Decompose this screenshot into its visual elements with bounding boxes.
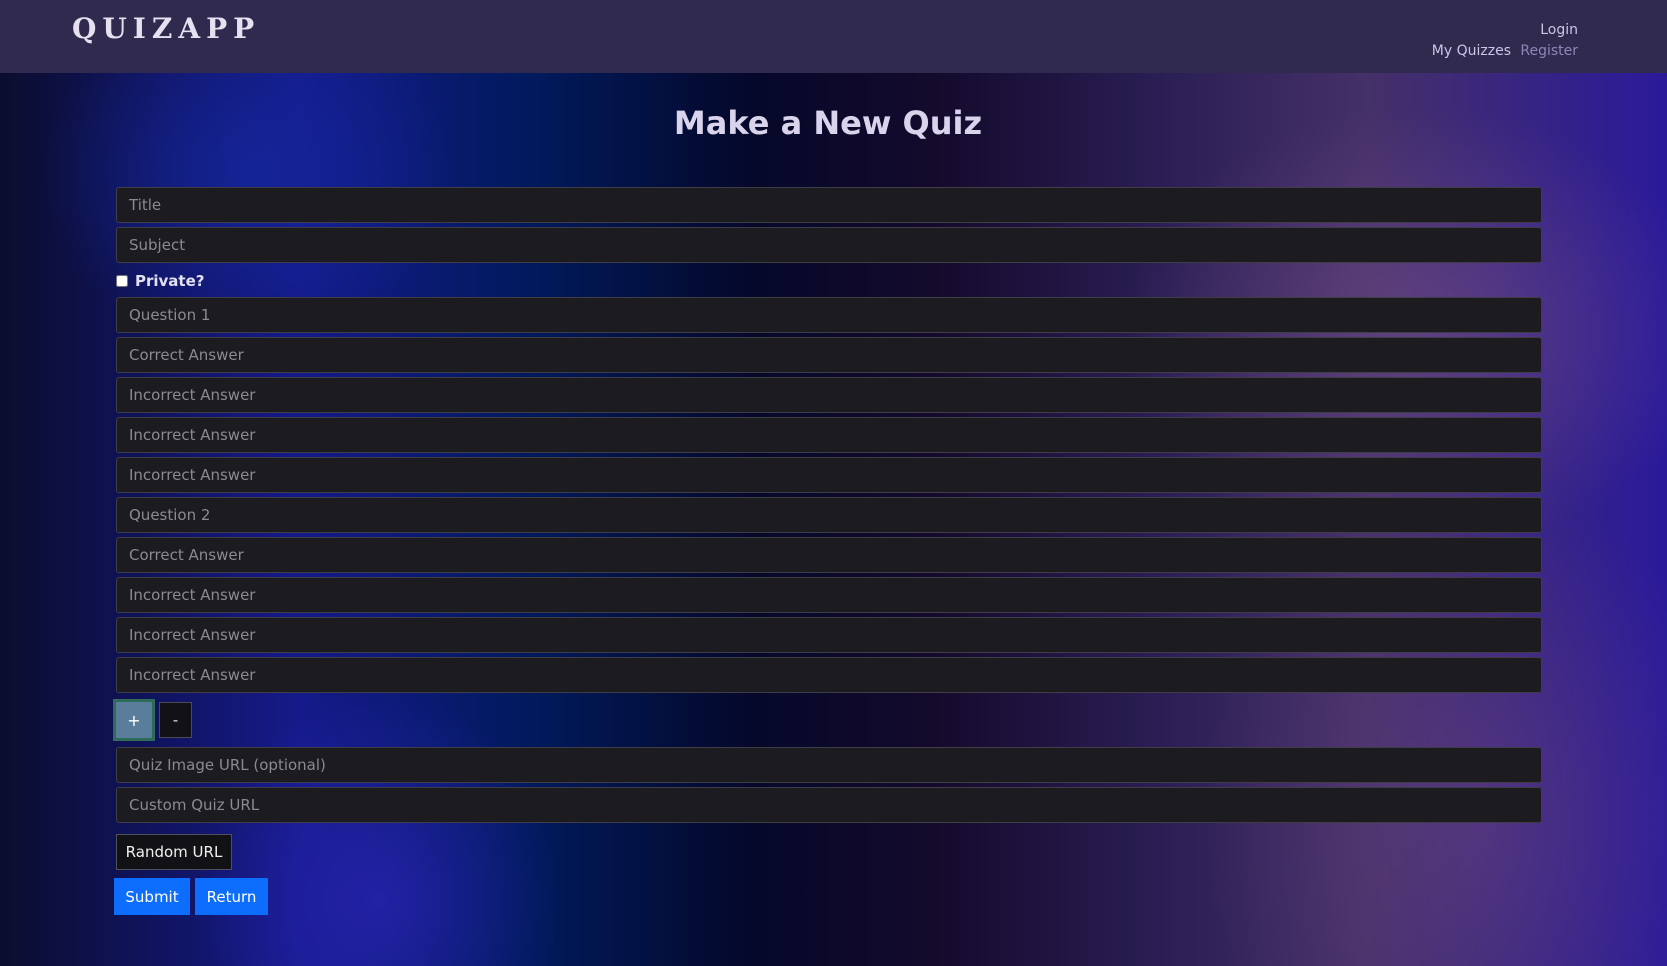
question-1-incorrect-answer-3-input[interactable] <box>116 457 1542 493</box>
submit-button[interactable]: Submit <box>114 878 190 915</box>
page-title: Make a New Quiz <box>673 104 983 142</box>
question-2-input[interactable] <box>116 497 1542 533</box>
private-label: Private? <box>135 272 205 290</box>
private-checkbox[interactable] <box>116 275 128 287</box>
private-toggle-row: Private? <box>116 272 204 290</box>
login-link[interactable]: Login <box>1540 22 1578 38</box>
custom-quiz-url-input[interactable] <box>116 787 1542 823</box>
title-input[interactable] <box>116 187 1542 223</box>
add-question-button[interactable]: + <box>113 699 155 741</box>
subject-input[interactable] <box>116 227 1542 263</box>
my-quizzes-link[interactable]: My Quizzes <box>1432 43 1511 59</box>
question-2-correct-answer-input[interactable] <box>116 537 1542 573</box>
random-url-button[interactable]: Random URL <box>116 834 232 870</box>
question-1-incorrect-answer-2-input[interactable] <box>116 417 1542 453</box>
question-2-incorrect-answer-1-input[interactable] <box>116 577 1542 613</box>
return-button[interactable]: Return <box>195 878 268 915</box>
question-2-incorrect-answer-3-input[interactable] <box>116 657 1542 693</box>
question-2-incorrect-answer-2-input[interactable] <box>116 617 1542 653</box>
register-link[interactable]: Register <box>1520 43 1578 59</box>
question-1-input[interactable] <box>116 297 1542 333</box>
quiz-image-url-input[interactable] <box>116 747 1542 783</box>
remove-question-button[interactable]: - <box>159 702 192 738</box>
question-1-incorrect-answer-1-input[interactable] <box>116 377 1542 413</box>
brand-logo[interactable]: QUIZAPP <box>72 12 260 45</box>
question-1-correct-answer-input[interactable] <box>116 337 1542 373</box>
top-navbar: QUIZAPP Login My Quizzes Register <box>0 0 1667 73</box>
